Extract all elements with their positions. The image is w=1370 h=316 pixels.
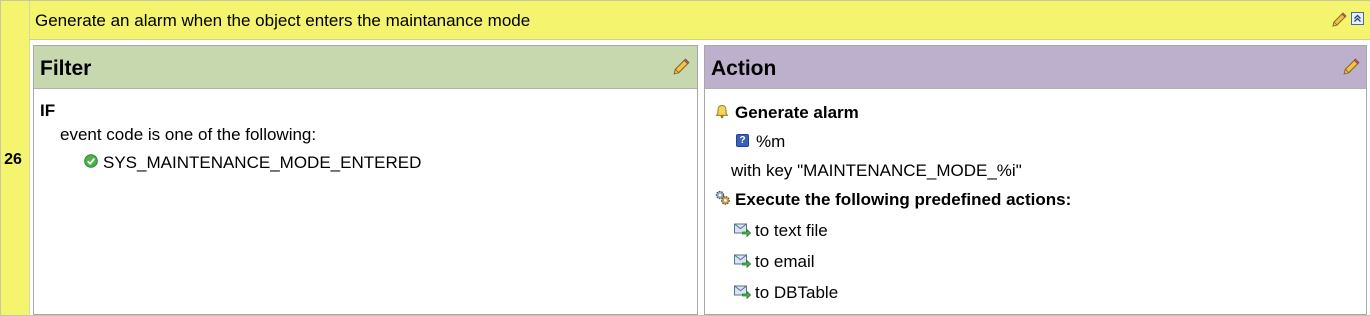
rule-content: Generate an alarm when the object enters…	[29, 1, 1370, 315]
message-help-icon: ?	[736, 134, 749, 147]
filter-panel: Filter IF event code is one of the follo…	[33, 45, 698, 315]
action-panel: Action Generate alarm ? %m with key "MAI…	[704, 45, 1367, 315]
bell-icon	[715, 104, 729, 119]
execute-actions-label: Execute the following predefined actions…	[735, 190, 1072, 209]
alarm-key: with key "MAINTENANCE_MODE_%i"	[731, 161, 1022, 180]
predefined-action-item: to email	[755, 252, 815, 271]
predefined-action-item: to text file	[755, 221, 828, 240]
filter-header: Filter	[34, 46, 697, 89]
if-label: IF	[40, 101, 56, 120]
generate-alarm-label: Generate alarm	[735, 103, 859, 122]
server-action-icon	[734, 254, 751, 268]
alarm-message: %m	[756, 132, 786, 151]
filter-title: Filter	[40, 57, 92, 80]
collapse-rule-icon[interactable]	[1351, 12, 1364, 25]
rule-title[interactable]: Generate an alarm when the object enters…	[35, 11, 530, 31]
rule-header[interactable]: Generate an alarm when the object enters…	[30, 1, 1370, 40]
server-action-icon	[734, 223, 751, 237]
rule-number: 26	[4, 151, 22, 168]
gears-icon	[715, 190, 730, 205]
edit-rule-pencil-icon[interactable]	[1331, 12, 1347, 28]
rule-container: 26 Generate an alarm when the object ent…	[0, 0, 1370, 316]
filter-condition: event code is one of the following:	[60, 125, 317, 144]
edit-action-pencil-icon[interactable]	[1342, 58, 1360, 76]
check-circle-icon	[84, 154, 98, 168]
action-title: Action	[711, 57, 777, 80]
server-action-icon	[734, 285, 751, 299]
predefined-action-item: to DBTable	[755, 283, 839, 302]
edit-filter-pencil-icon[interactable]	[672, 58, 690, 76]
action-header: Action	[705, 46, 1366, 89]
event-code-item: SYS_MAINTENANCE_MODE_ENTERED	[103, 153, 422, 172]
